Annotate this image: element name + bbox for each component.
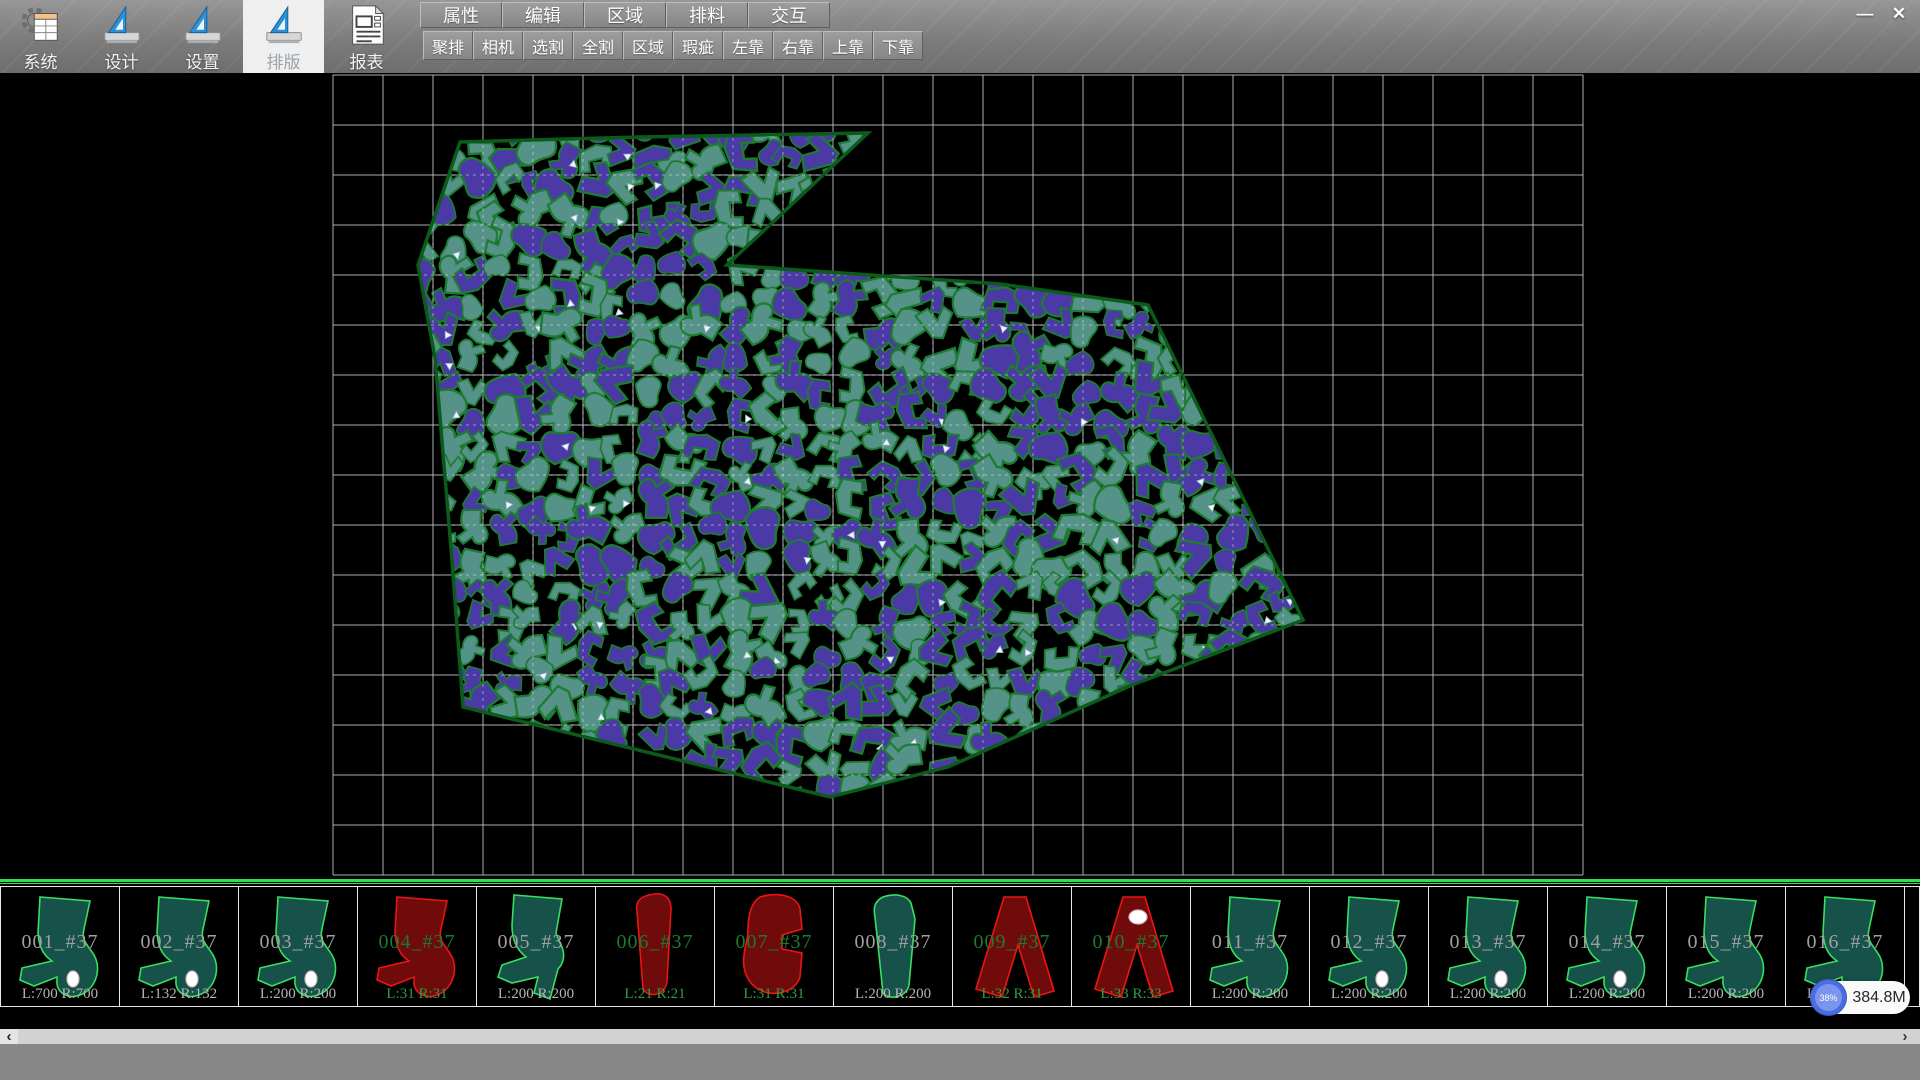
part-label: 012_#37 [1310, 931, 1428, 954]
close-button[interactable]: ✕ [1884, 3, 1914, 25]
part-label: 005_#37 [477, 931, 595, 954]
menu-item[interactable]: 区域 [584, 2, 666, 28]
part-lr-count: L:200 R:200 [477, 986, 595, 1003]
part-label: 001_#37 [1, 931, 119, 954]
part-lr-count: L:200 R:200 [1667, 986, 1785, 1003]
app-tab-report[interactable]: 报表 [326, 0, 407, 73]
memory-badge: 38% 384.8M [1810, 981, 1910, 1014]
part-label: 002_#37 [120, 931, 238, 954]
progress-value: 38% [1815, 984, 1842, 1011]
menu-item[interactable]: 属性 [420, 2, 502, 28]
app-tab-label: 设计 [105, 48, 139, 73]
set-square-icon [261, 3, 307, 47]
nesting-svg [0, 73, 1920, 879]
scroll-right-arrow[interactable]: › [1896, 1029, 1914, 1044]
part-lr-count: L:132 R:132 [120, 986, 238, 1003]
main-toolbar: 系统 设计 设置 [0, 0, 1920, 73]
app-tab-label: 排版 [267, 48, 301, 73]
menu-item[interactable]: 编辑 [502, 2, 584, 28]
part-thumbnail[interactable]: 006_#37 L:21 R:21 [595, 886, 714, 1007]
part-label: 007_#37 [715, 931, 833, 954]
menu-item[interactable]: 排料 [666, 2, 748, 28]
gear-table-icon [18, 3, 64, 47]
tool-item[interactable]: 瑕疵 [673, 31, 723, 60]
part-label: 003_#37 [239, 931, 357, 954]
part-label: 011_#37 [1191, 931, 1309, 954]
tool-item[interactable]: 区域 [623, 31, 673, 60]
report-doc-icon [344, 3, 390, 47]
menu-item[interactable]: 交互 [748, 2, 830, 28]
set-square-icon [180, 3, 226, 47]
strip-top-border [0, 879, 1920, 886]
tool-item[interactable]: 相机 [473, 31, 523, 60]
part-lr-count: L:200 R:200 [834, 986, 952, 1003]
part-lr-count: L:31 R:31 [715, 986, 833, 1003]
part-thumbnail[interactable]: 011_#37 L:200 R:200 [1190, 886, 1309, 1007]
menu-row-primary: 属性编辑区域排料交互 [420, 2, 830, 28]
nested-pieces [388, 99, 1317, 828]
part-thumbnail[interactable]: 015_#37 L:200 R:200 [1666, 886, 1785, 1007]
part-lr-count: L:32 R:31 [953, 986, 1071, 1003]
part-thumbnail[interactable]: 003_#37 L:200 R:200 [238, 886, 357, 1007]
part-lr-count: L:700 R:700 [1, 986, 119, 1003]
tool-item[interactable]: 下靠 [873, 31, 923, 60]
tool-item[interactable]: 聚排 [423, 31, 473, 60]
menu-row-tools: 聚排相机选割全割区域瑕疵左靠右靠上靠下靠 [423, 31, 923, 60]
part-shape [1909, 889, 1920, 1005]
part-lr-count: L:31 R:31 [358, 986, 476, 1003]
progress-indicator[interactable]: 38% [1810, 979, 1847, 1016]
tool-item[interactable]: 选割 [523, 31, 573, 60]
part-label: 004_#37 [358, 931, 476, 954]
part-label: 008_#37 [834, 931, 952, 954]
part-thumbnail[interactable]: 002_#37 L:132 R:132 [119, 886, 238, 1007]
parts-list: 001_#37 L:700 R:700 002_#37 L:132 R:132 … [0, 886, 1920, 1007]
app-tab-design[interactable]: 设计 [81, 0, 162, 73]
nesting-canvas[interactable] [0, 73, 1920, 879]
part-thumbnail[interactable]: 013_#37 L:200 R:200 [1428, 886, 1547, 1007]
part-lr-count: L:200 R:200 [1429, 986, 1547, 1003]
app-tab-nesting[interactable]: 排版 [243, 0, 324, 73]
parts-strip: 001_#37 L:700 R:700 002_#37 L:132 R:132 … [0, 879, 1920, 1007]
memory-usage: 384.8M [1850, 981, 1908, 1014]
part-lr-count: L:200 R:200 [1310, 986, 1428, 1003]
app-tab-system[interactable]: 系统 [0, 0, 81, 73]
part-label: 009_#37 [953, 931, 1071, 954]
part-label: 015_#37 [1667, 931, 1785, 954]
part-lr-count: L:200 R:200 [1548, 986, 1666, 1003]
part-thumbnail[interactable]: 001_#37 L:700 R:700 [0, 886, 119, 1007]
app-tab-settings[interactable]: 设置 [162, 0, 243, 73]
part-thumbnail[interactable]: 008_#37 L:200 R:200 [833, 886, 952, 1007]
part-lr-count: L:33 R:33 [1072, 986, 1190, 1003]
horizontal-scrollbar[interactable]: ‹ › [0, 1029, 1920, 1044]
application-window: 系统 设计 设置 [0, 0, 1920, 1080]
app-tab-label: 系统 [24, 48, 58, 73]
app-tab-label: 设置 [186, 48, 220, 73]
part-thumbnail[interactable]: 005_#37 L:200 R:200 [476, 886, 595, 1007]
part-label: 006_#37 [596, 931, 714, 954]
part-thumbnail[interactable]: 014_#37 L:200 R:200 [1547, 886, 1666, 1007]
tool-item[interactable]: 右靠 [773, 31, 823, 60]
status-bar [0, 1044, 1920, 1080]
part-thumbnail[interactable]: 007_#37 L:31 R:31 [714, 886, 833, 1007]
set-square-icon [99, 3, 145, 47]
tool-item[interactable]: 上靠 [823, 31, 873, 60]
part-thumbnail[interactable]: 009_#37 L:32 R:31 [952, 886, 1071, 1007]
minimize-button[interactable]: — [1850, 3, 1880, 25]
part-lr-count: L:200 R:200 [239, 986, 357, 1003]
part-thumbnail[interactable]: 012_#37 L:200 R:200 [1309, 886, 1428, 1007]
app-tab-label: 报表 [350, 48, 384, 73]
part-label: 013_#37 [1429, 931, 1547, 954]
part-label: 010_#37 [1072, 931, 1190, 954]
part-lr-count: L:21 R:21 [596, 986, 714, 1003]
part-label: 014_#37 [1548, 931, 1666, 954]
scroll-left-arrow[interactable]: ‹ [0, 1029, 18, 1044]
window-controls: — ✕ [1850, 3, 1914, 25]
part-lr-count: L:200 R:200 [1191, 986, 1309, 1003]
tool-item[interactable]: 左靠 [723, 31, 773, 60]
part-thumbnail[interactable]: 010_#37 L:33 R:33 [1071, 886, 1190, 1007]
tool-item[interactable]: 全割 [573, 31, 623, 60]
part-label: 016_#37 [1786, 931, 1904, 954]
part-thumbnail[interactable]: 004_#37 L:31 R:31 [357, 886, 476, 1007]
